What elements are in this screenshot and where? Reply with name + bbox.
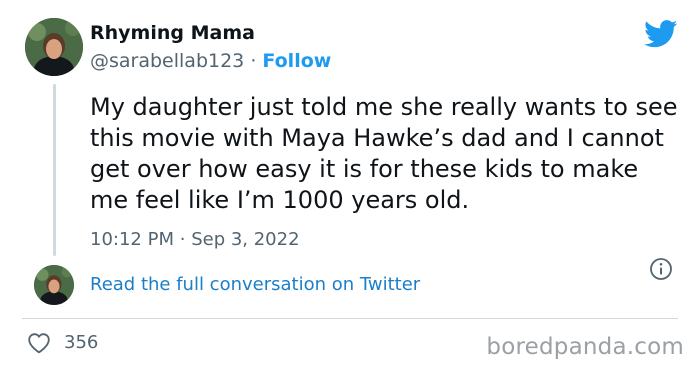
author-avatar[interactable] bbox=[25, 18, 83, 76]
tweet-date: Sep 3, 2022 bbox=[191, 229, 300, 250]
author-handle[interactable]: @sarabellab123 bbox=[90, 50, 244, 72]
read-conversation-link[interactable]: Read the full conversation on Twitter bbox=[90, 274, 420, 295]
follow-button[interactable]: Follow bbox=[262, 50, 331, 72]
heart-icon[interactable] bbox=[27, 332, 51, 354]
info-icon[interactable] bbox=[649, 257, 673, 281]
author-name[interactable]: Rhyming Mama bbox=[90, 22, 255, 44]
tweet-timestamp[interactable]: 10:12 PM · Sep 3, 2022 bbox=[90, 229, 300, 250]
author-meta: @sarabellab123 · Follow bbox=[90, 50, 331, 72]
twitter-bird-icon[interactable] bbox=[644, 20, 678, 48]
tweet-time: 10:12 PM bbox=[90, 229, 174, 250]
avatar-photo bbox=[25, 18, 83, 76]
tweet-text: My daughter just told me she really want… bbox=[90, 93, 678, 214]
meta-separator: · bbox=[250, 50, 257, 72]
like-count: 356 bbox=[64, 332, 99, 353]
thread-line bbox=[53, 84, 56, 256]
divider bbox=[22, 318, 678, 319]
timestamp-separator: · bbox=[179, 229, 186, 250]
watermark: boredpanda.com bbox=[486, 334, 684, 360]
reply-avatar[interactable] bbox=[34, 265, 74, 305]
avatar-photo-small bbox=[34, 265, 74, 305]
